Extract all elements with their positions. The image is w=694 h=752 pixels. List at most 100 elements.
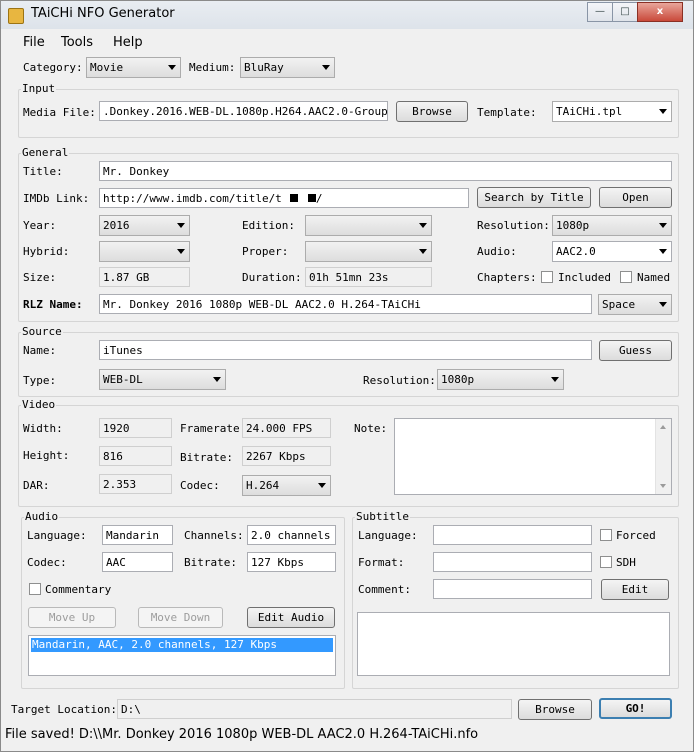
year-select[interactable]: 2016 <box>99 215 190 236</box>
source-resolution-select[interactable]: 1080p <box>437 369 564 390</box>
chevron-down-icon <box>318 483 326 488</box>
audio-language-input[interactable]: Mandarin <box>102 525 173 545</box>
commentary-label: Commentary <box>45 583 112 596</box>
source-group-title: Source <box>21 325 63 338</box>
menu-help[interactable]: Help <box>113 35 143 50</box>
video-codec-select[interactable]: H.264 <box>242 475 331 496</box>
template-select[interactable]: TAiCHi.tpl <box>552 101 672 122</box>
media-browse-button[interactable]: Browse <box>396 101 468 122</box>
guess-button[interactable]: Guess <box>599 340 672 361</box>
chapters-included-label: Included <box>558 271 611 284</box>
chapters-label: Chapters: <box>477 271 537 284</box>
source-type-value: WEB-DL <box>103 373 143 386</box>
menu-file[interactable]: File <box>23 35 45 50</box>
move-down-button[interactable]: Move Down <box>138 607 223 628</box>
audio-track-item[interactable]: Mandarin, AAC, 2.0 channels, 127 Kbps <box>31 638 333 652</box>
dar-value: 2.353 <box>99 474 172 494</box>
proper-select[interactable] <box>305 241 432 262</box>
duration-label: Duration: <box>242 271 302 284</box>
subtitle-edit-button[interactable]: Edit <box>601 579 669 600</box>
imdb-value-start: http://www.imdb.com/title/t <box>103 192 282 205</box>
source-type-label: Type: <box>23 374 57 387</box>
scroll-up-icon <box>660 425 666 429</box>
duration-value: 01h 51mn 23s <box>305 267 432 287</box>
source-type-select[interactable]: WEB-DL <box>99 369 226 390</box>
title-input[interactable]: Mr. Donkey <box>99 161 672 181</box>
subtitle-language-label: Language: <box>358 529 418 542</box>
separator-select[interactable]: Space <box>598 294 672 315</box>
size-value: 1.87 GB <box>99 267 190 287</box>
video-codec-value: H.264 <box>246 479 280 492</box>
chevron-down-icon <box>659 109 667 114</box>
medium-select[interactable]: BluRay <box>240 57 335 78</box>
search-by-title-button[interactable]: Search by Title <box>477 187 591 208</box>
proper-label: Proper: <box>242 245 289 258</box>
category-value: Movie <box>90 61 124 74</box>
source-name-label: Name: <box>23 344 57 357</box>
audio-select[interactable]: AAC2.0 <box>552 241 672 262</box>
rlz-name-input[interactable]: Mr. Donkey 2016 1080p WEB-DL AAC2.0 H.26… <box>99 294 592 314</box>
title-bar: TAiCHi NFO Generator — □ x <box>1 1 693 29</box>
hybrid-select[interactable] <box>99 241 190 262</box>
audio-channels-input[interactable]: 2.0 channels <box>247 525 336 545</box>
chapters-named-label: Named <box>637 271 671 284</box>
source-name-input[interactable]: iTunes <box>99 340 592 360</box>
imdb-input[interactable]: http://www.imdb.com/title/t / <box>99 188 469 208</box>
redaction-mark <box>307 194 316 202</box>
subtitle-format-input[interactable] <box>433 552 592 572</box>
move-up-button[interactable]: Move Up <box>28 607 116 628</box>
note-textarea[interactable] <box>394 418 672 495</box>
separator-value: Space <box>602 298 636 311</box>
video-bitrate-value: 2267 Kbps <box>242 446 331 466</box>
category-select[interactable]: Movie <box>86 57 181 78</box>
height-label: Height: <box>23 449 70 462</box>
edition-label: Edition: <box>242 219 295 232</box>
media-file-input[interactable]: .Donkey.2016.WEB-DL.1080p.H264.AAC2.0-Gr… <box>99 101 388 121</box>
go-button[interactable]: GO! <box>599 698 672 719</box>
audio-track-list[interactable]: Mandarin, AAC, 2.0 channels, 127 Kbps <box>28 635 336 676</box>
imdb-open-button[interactable]: Open <box>599 187 672 208</box>
subtitle-comment-label: Comment: <box>358 583 411 596</box>
subtitle-track-list[interactable] <box>357 612 670 676</box>
general-group-title: General <box>21 146 70 159</box>
commentary-checkbox[interactable] <box>29 583 41 595</box>
target-browse-button[interactable]: Browse <box>518 699 592 720</box>
note-scrollbar[interactable] <box>655 419 671 494</box>
status-bar: File saved! D:\\Mr. Donkey 2016 1080p WE… <box>1 723 693 751</box>
media-file-label: Media File: <box>23 106 96 119</box>
resolution-select[interactable]: 1080p <box>552 215 672 236</box>
framerate-label: Framerate: <box>180 422 247 435</box>
subtitle-comment-input[interactable] <box>433 579 592 599</box>
forced-checkbox[interactable] <box>600 529 612 541</box>
resolution-label: Resolution: <box>477 219 550 232</box>
subtitle-language-input[interactable] <box>433 525 592 545</box>
chevron-down-icon <box>213 377 221 382</box>
audio-codec-label: Codec: <box>27 556 67 569</box>
title-label: Title: <box>23 165 63 178</box>
audio-codec-input[interactable]: AAC <box>102 552 173 572</box>
medium-label: Medium: <box>189 61 236 74</box>
maximize-button[interactable]: □ <box>612 2 638 22</box>
edit-audio-button[interactable]: Edit Audio <box>247 607 335 628</box>
chapters-included-checkbox[interactable] <box>541 271 553 283</box>
target-location-value[interactable]: D:\ <box>117 699 512 719</box>
source-resolution-label: Resolution: <box>363 374 436 387</box>
subtitle-group-title: Subtitle <box>355 510 410 523</box>
audio-language-label: Language: <box>27 529 87 542</box>
template-label: Template: <box>477 106 537 119</box>
sdh-checkbox[interactable] <box>600 556 612 568</box>
chevron-down-icon <box>659 223 667 228</box>
chapters-named-checkbox[interactable] <box>620 271 632 283</box>
menu-tools[interactable]: Tools <box>61 35 93 50</box>
template-value: TAiCHi.tpl <box>556 105 623 118</box>
menu-bar: File Tools Help <box>1 29 693 53</box>
app-window: TAiCHi NFO Generator — □ x File Tools He… <box>0 0 694 752</box>
rlz-name-label: RLZ Name: <box>23 298 83 311</box>
close-button[interactable]: x <box>637 2 683 22</box>
edition-select[interactable] <box>305 215 432 236</box>
resolution-value: 1080p <box>556 219 590 232</box>
minimize-button[interactable]: — <box>587 2 613 22</box>
audio-bitrate-input[interactable]: 127 Kbps <box>247 552 336 572</box>
redaction-mark <box>289 194 298 202</box>
audio-bitrate-label: Bitrate: <box>184 556 237 569</box>
